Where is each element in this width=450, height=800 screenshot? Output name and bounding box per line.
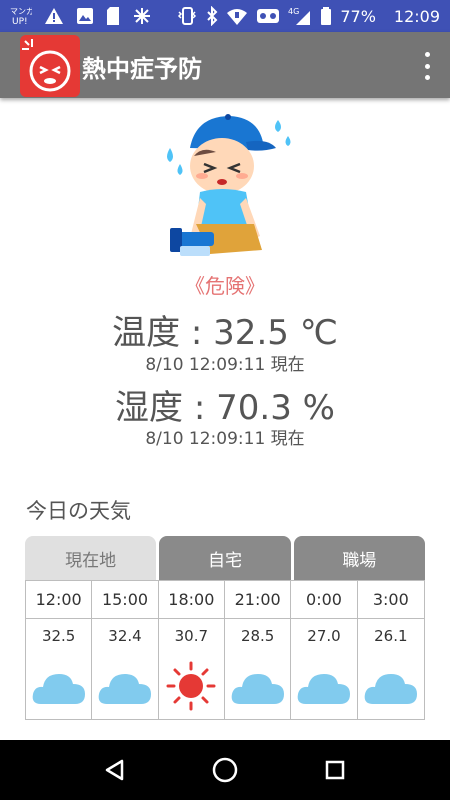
humidity-timestamp: 8/10 12:09:11 現在 xyxy=(145,429,305,449)
forecast-temperature: 32.4 xyxy=(108,627,142,645)
network-icon xyxy=(132,6,152,26)
cloud-icon xyxy=(358,653,424,719)
voicemail-icon xyxy=(256,6,280,26)
bluetooth-icon xyxy=(206,6,218,26)
cloud-icon xyxy=(225,653,290,719)
forecast-time: 0:00 xyxy=(291,581,357,619)
status-bar: マンガ UP! 4G 77% 12:09 xyxy=(0,0,450,32)
status-left-icons: マンガ UP! xyxy=(10,6,152,26)
menu-dot-icon xyxy=(424,75,430,80)
battery-icon xyxy=(320,6,332,26)
humidity-timestamp-row: 8/10 12:09:11 現在 xyxy=(0,424,450,449)
wifi-icon xyxy=(226,6,248,26)
forecast-temperature: 27.0 xyxy=(307,627,341,645)
app-logo-icon xyxy=(20,35,80,97)
forecast-column: 0:00 27.0 xyxy=(291,581,358,719)
forecast-time: 15:00 xyxy=(92,581,158,619)
heat-risk-level: 《危険》 xyxy=(185,274,265,298)
battery-percentage: 77% xyxy=(340,6,376,26)
hourly-forecast-table: 12:00 32.5 15:00 32.4 18:00 30.7 21:00 2… xyxy=(25,580,425,720)
back-triangle-icon xyxy=(105,759,124,781)
heatstroke-boy-illustration xyxy=(150,108,300,268)
forecast-column: 18:00 30.7 xyxy=(158,581,225,719)
alert-icon xyxy=(44,7,64,25)
temperature-timestamp-row: 8/10 12:09:11 現在 xyxy=(0,350,450,375)
forecast-column: 12:00 32.5 xyxy=(26,581,93,719)
phone-vibrate-icon xyxy=(176,6,198,26)
forecast-time: 12:00 xyxy=(26,581,92,619)
forecast-time: 21:00 xyxy=(225,581,291,619)
tab-current-location[interactable]: 現在地 xyxy=(25,536,157,580)
recents-square-icon xyxy=(325,760,345,780)
app-title: 熱中症予防 xyxy=(82,55,202,83)
temperature-reading: 温度 : 32.5 ℃ xyxy=(0,305,450,354)
menu-dot-icon xyxy=(424,52,430,57)
svg-text:マンガ: マンガ xyxy=(10,6,32,16)
tab-home[interactable]: 自宅 xyxy=(159,536,291,580)
network-type-label: 4G xyxy=(288,7,299,16)
menu-dot-icon xyxy=(424,63,430,69)
cloud-icon xyxy=(291,653,356,719)
cloud-icon xyxy=(92,653,157,719)
humidity-value: 湿度 : 70.3 % xyxy=(115,388,335,428)
temperature-timestamp: 8/10 12:09:11 現在 xyxy=(145,355,305,375)
system-navigation-bar xyxy=(0,740,450,800)
forecast-time: 3:00 xyxy=(357,581,424,619)
sim-card-icon xyxy=(106,6,120,26)
forecast-column: 21:00 28.5 xyxy=(225,581,292,719)
forecast-temperature: 26.1 xyxy=(374,627,408,645)
recents-button[interactable] xyxy=(315,750,355,790)
status-time: 12:09 xyxy=(393,6,440,26)
sun-icon xyxy=(159,653,224,719)
weather-heading: 今日の天気 xyxy=(26,499,131,523)
status-right-icons: 4G 77% 12:09 xyxy=(176,6,440,26)
overflow-menu-button[interactable] xyxy=(420,52,434,80)
temperature-value: 温度 : 32.5 ℃ xyxy=(112,313,338,353)
forecast-temperature: 32.5 xyxy=(41,627,76,645)
humidity-reading: 湿度 : 70.3 % xyxy=(0,380,450,429)
forecast-column: 15:00 32.4 xyxy=(92,581,159,719)
back-button[interactable] xyxy=(95,750,135,790)
home-button[interactable] xyxy=(205,750,245,790)
forecast-time: 18:00 xyxy=(158,581,224,619)
location-tabs: 現在地 自宅 職場 xyxy=(25,536,425,580)
image-icon xyxy=(76,7,94,25)
tab-workplace[interactable]: 職場 xyxy=(293,536,425,580)
forecast-column: 3:00 26.1 xyxy=(357,581,424,719)
forecast-temperature: 30.7 xyxy=(174,627,209,645)
manga-up-icon: マンガ UP! xyxy=(10,6,32,26)
cloud-icon xyxy=(26,653,91,719)
signal-4g-icon: 4G xyxy=(288,6,312,26)
home-circle-icon xyxy=(212,757,238,783)
svg-text:UP!: UP! xyxy=(12,17,28,26)
app-bar: 熱中症予防 xyxy=(0,32,450,98)
forecast-temperature: 28.5 xyxy=(240,627,275,645)
